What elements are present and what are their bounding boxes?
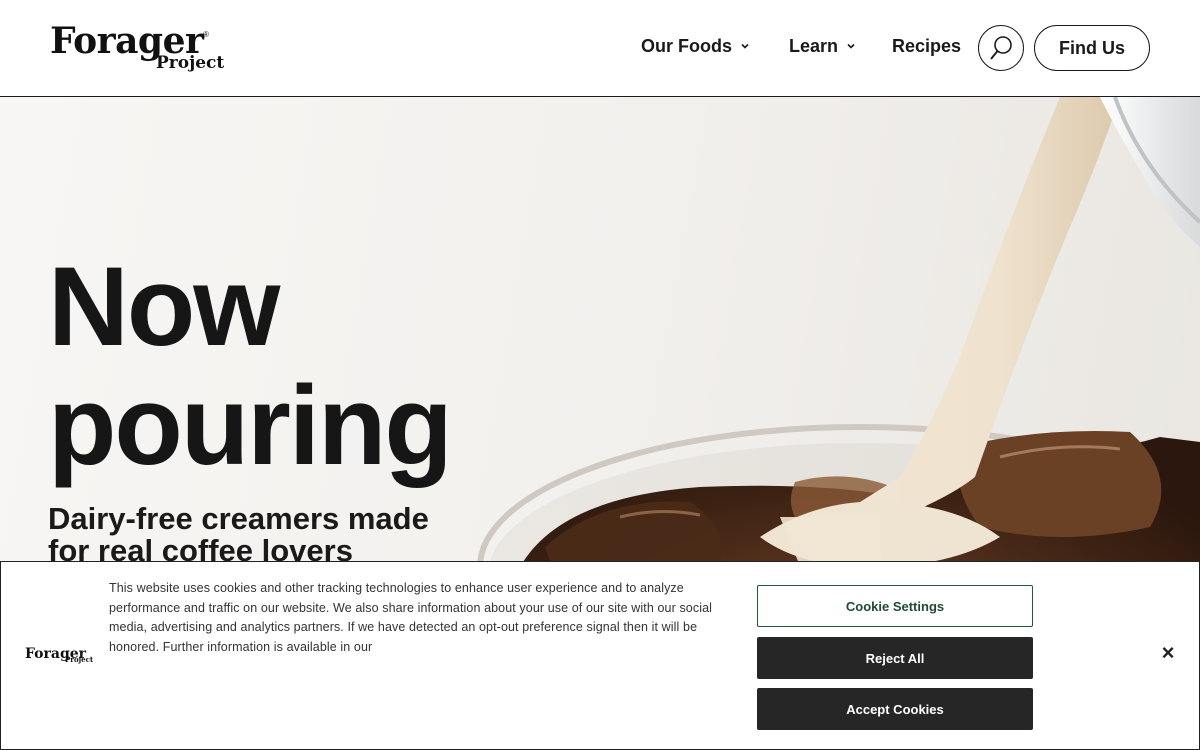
cookie-consent-banner: Forager Project This website uses cookie… [0,561,1200,750]
hero-title-line: pouring [48,363,453,488]
nav-item-learn[interactable]: Learn [789,33,856,59]
cookie-settings-button[interactable]: Cookie Settings [757,585,1033,627]
cookie-policy-text: This website uses cookies and other trac… [109,581,713,654]
chevron-down-icon [847,43,855,49]
hero-title-line: Now [48,244,280,369]
search-button[interactable] [978,25,1024,71]
chevron-down-icon [741,43,749,49]
search-icon [990,36,1012,60]
reject-all-button[interactable]: Reject All [757,637,1033,679]
close-icon[interactable]: × [1157,642,1179,664]
hero-subtitle: Dairy-free creamers made for real coffee… [48,501,429,568]
nav-item-label: Learn [789,35,839,56]
logo-subtitle: Project [65,655,94,664]
nav-item-recipes[interactable]: Recipes [892,33,961,59]
find-us-button[interactable]: Find Us [1034,25,1150,71]
nav-item-label: Recipes [892,35,962,56]
nav-item-our-foods[interactable]: Our Foods [641,33,750,59]
accept-cookies-button[interactable]: Accept Cookies [757,688,1033,730]
forager-project-logo[interactable]: Forager ® Project [50,20,230,76]
logo-registered-mark: ® [203,30,209,39]
hero-title: Now pouring [48,244,453,488]
cookie-banner-logo: Forager Project [25,646,95,668]
logo-subtitle: Project [156,53,225,73]
nav-item-label: Our Foods [641,35,732,56]
site-header: Forager ® Project Our Foods Learn Recipe… [0,0,1200,97]
